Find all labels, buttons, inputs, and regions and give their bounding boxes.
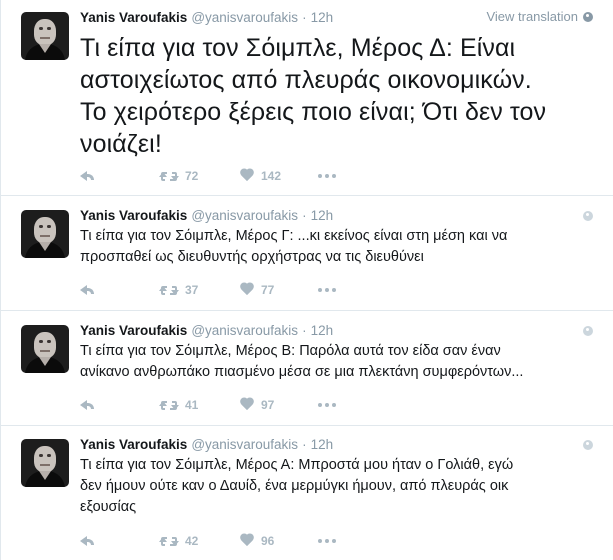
retweet-button[interactable]: 41 — [159, 398, 239, 412]
retweet-icon[interactable] — [159, 534, 179, 548]
reply-icon[interactable] — [80, 170, 96, 182]
heart-icon[interactable] — [239, 398, 255, 412]
tweet-header: Yanis Varoufakis @yanisvaroufakis · 12h — [80, 206, 333, 226]
tweet-text-line: ανίκανο ανθρωπάκο πιασμένο μέσα σε μια π… — [80, 364, 524, 380]
avatar[interactable] — [21, 12, 69, 60]
author-name[interactable]: Yanis Varoufakis — [80, 10, 187, 25]
more-icon[interactable] — [318, 403, 336, 407]
separator: · — [302, 10, 307, 25]
more-button[interactable] — [318, 539, 336, 543]
tweet-feed: Yanis Varoufakis @yanisvaroufakis · 12h Vie… — [0, 0, 613, 560]
tweet-text: Τι είπα για τον Σόιμπλε, Μέρος Γ: ...κι … — [80, 226, 590, 268]
tweet[interactable]: Yanis Varoufakis @yanisvaroufakis · 12h Τι … — [1, 311, 613, 426]
tweet-text: Τι είπα για τον Σόιμπλε, Μέρος Β: Παρόλα… — [80, 341, 590, 383]
view-translation-label[interactable]: View translation — [486, 9, 578, 24]
author-handle[interactable]: @yanisvaroufakis — [191, 208, 298, 223]
globe-icon[interactable] — [583, 326, 593, 336]
tweet-text: Τι είπα για τον Σόιμπλε, Μέρος Δ: Είναι … — [80, 32, 600, 160]
retweet-count[interactable]: 72 — [185, 169, 198, 183]
like-button[interactable]: 142 — [239, 169, 318, 183]
like-button[interactable]: 97 — [239, 398, 318, 412]
tweet-text-line: Τι είπα για τον Σόιμπλε, Μέρος Δ: Είναι — [80, 34, 516, 62]
retweet-icon[interactable] — [159, 169, 179, 183]
like-count[interactable]: 97 — [261, 398, 274, 412]
globe-icon[interactable] — [583, 440, 593, 450]
author-handle[interactable]: @yanisvaroufakis — [191, 323, 298, 338]
tweet-header: Yanis Varoufakis @yanisvaroufakis · 12h — [80, 435, 333, 455]
timestamp[interactable]: 12h — [311, 437, 334, 452]
tweet-text-line: νοιάζει! — [80, 130, 162, 158]
avatar[interactable] — [21, 210, 69, 258]
heart-icon[interactable] — [239, 534, 255, 548]
author-name[interactable]: Yanis Varoufakis — [80, 208, 187, 223]
more-button[interactable] — [318, 403, 336, 407]
tweet[interactable]: Yanis Varoufakis @yanisvaroufakis · 12h Τι … — [1, 426, 613, 560]
author-name[interactable]: Yanis Varoufakis — [80, 323, 187, 338]
like-button[interactable]: 96 — [239, 534, 318, 548]
tweet-actions: 72 142 — [80, 167, 336, 185]
tweet-text-line: προσπαθεί ως διευθυντής ορχήστρας να τις… — [80, 249, 424, 265]
avatar[interactable] — [21, 439, 69, 487]
retweet-count[interactable]: 41 — [185, 398, 198, 412]
tweet-text-line: αστοιχείωτος από πλευράς οικονομικών. — [80, 66, 532, 94]
author-handle[interactable]: @yanisvaroufakis — [191, 437, 298, 452]
tweet-header: Yanis Varoufakis @yanisvaroufakis · 12h — [80, 8, 333, 28]
more-button[interactable] — [318, 174, 336, 178]
separator: · — [302, 208, 307, 223]
retweet-count[interactable]: 42 — [185, 534, 198, 548]
tweet[interactable]: Yanis Varoufakis @yanisvaroufakis · 12h Τι … — [1, 196, 613, 311]
globe-icon[interactable] — [583, 211, 593, 221]
heart-icon[interactable] — [239, 283, 255, 297]
tweet-text-line: δεν ήμουν ούτε καν ο Δαυίδ, ένα μερμύγκι… — [80, 478, 509, 494]
reply-button[interactable] — [80, 284, 159, 296]
more-icon[interactable] — [318, 288, 336, 292]
like-button[interactable]: 77 — [239, 283, 318, 297]
tweet-actions: 41 97 — [80, 396, 336, 414]
retweet-icon[interactable] — [159, 398, 179, 412]
timestamp[interactable]: 12h — [311, 10, 334, 25]
tweet-text-line: εξουσίας — [80, 499, 137, 515]
more-button[interactable] — [318, 288, 336, 292]
like-count[interactable]: 142 — [261, 169, 281, 183]
tweet[interactable]: Yanis Varoufakis @yanisvaroufakis · 12h Vie… — [1, 0, 613, 196]
reply-icon[interactable] — [80, 399, 96, 411]
retweet-icon[interactable] — [159, 283, 179, 297]
reply-icon[interactable] — [80, 535, 96, 547]
heart-icon[interactable] — [239, 169, 255, 183]
reply-icon[interactable] — [80, 284, 96, 296]
separator: · — [302, 437, 307, 452]
timestamp[interactable]: 12h — [311, 323, 334, 338]
more-icon[interactable] — [318, 539, 336, 543]
tweet-text-line: Τι είπα για τον Σόιμπλε, Μέρος Γ: ...κι … — [80, 228, 508, 244]
view-translation-link[interactable]: View translation — [486, 8, 593, 26]
separator: · — [302, 323, 307, 338]
tweet-text: Τι είπα για τον Σόιμπλε, Μέρος Α: Μπροστ… — [80, 455, 590, 518]
retweet-button[interactable]: 42 — [159, 534, 239, 548]
tweet-actions: 37 77 — [80, 281, 336, 299]
retweet-button[interactable]: 37 — [159, 283, 239, 297]
timestamp[interactable]: 12h — [311, 208, 334, 223]
like-count[interactable]: 77 — [261, 283, 274, 297]
retweet-count[interactable]: 37 — [185, 283, 198, 297]
author-name[interactable]: Yanis Varoufakis — [80, 437, 187, 452]
globe-icon[interactable] — [583, 12, 593, 22]
tweet-text-line: Το χειρότερο ξέρεις ποιο είναι; Ότι δεν … — [80, 98, 547, 126]
retweet-button[interactable]: 72 — [159, 169, 239, 183]
tweet-actions: 42 96 — [80, 532, 336, 550]
tweet-text-line: Τι είπα για τον Σόιμπλε, Μέρος Β: Παρόλα… — [80, 343, 501, 359]
reply-button[interactable] — [80, 170, 159, 182]
tweet-text-line: Τι είπα για τον Σόιμπλε, Μέρος Α: Μπροστ… — [80, 457, 514, 473]
tweet-header: Yanis Varoufakis @yanisvaroufakis · 12h — [80, 321, 333, 341]
more-icon[interactable] — [318, 174, 336, 178]
reply-button[interactable] — [80, 535, 159, 547]
like-count[interactable]: 96 — [261, 534, 274, 548]
author-handle[interactable]: @yanisvaroufakis — [191, 10, 298, 25]
reply-button[interactable] — [80, 399, 159, 411]
avatar[interactable] — [21, 325, 69, 373]
